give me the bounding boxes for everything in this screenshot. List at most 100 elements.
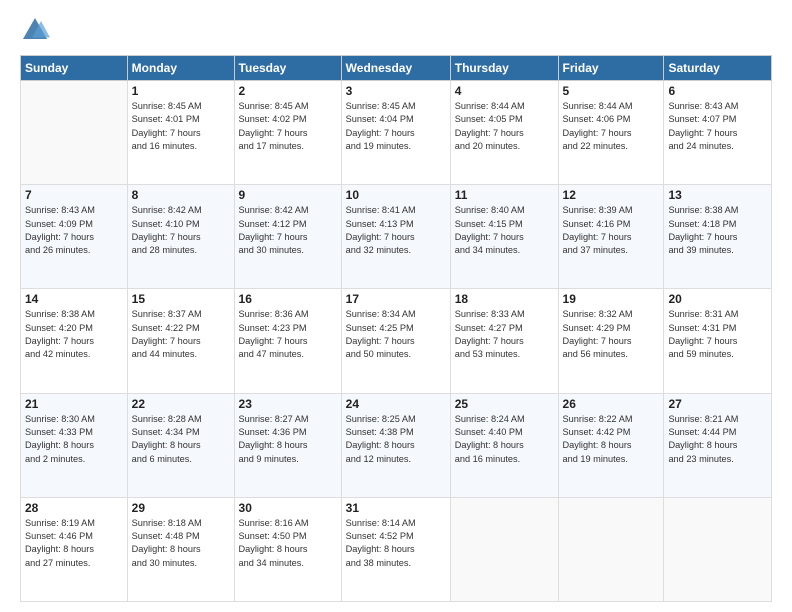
calendar-header-row: SundayMondayTuesdayWednesdayThursdayFrid… bbox=[21, 56, 772, 81]
day-info: Sunrise: 8:34 AM Sunset: 4:25 PM Dayligh… bbox=[346, 308, 446, 361]
calendar-week-row: 21 Sunrise: 8:30 AM Sunset: 4:33 PM Dayli… bbox=[21, 393, 772, 497]
calendar-cell bbox=[450, 497, 558, 601]
calendar-cell: 12 Sunrise: 8:39 AM Sunset: 4:16 PM Dayli… bbox=[558, 185, 664, 289]
calendar-cell: 19 Sunrise: 8:32 AM Sunset: 4:29 PM Dayli… bbox=[558, 289, 664, 393]
calendar-cell: 29 Sunrise: 8:18 AM Sunset: 4:48 PM Dayli… bbox=[127, 497, 234, 601]
day-number: 17 bbox=[346, 292, 446, 306]
day-number: 22 bbox=[132, 397, 230, 411]
day-info: Sunrise: 8:33 AM Sunset: 4:27 PM Dayligh… bbox=[455, 308, 554, 361]
weekday-header: Thursday bbox=[450, 56, 558, 81]
day-number: 20 bbox=[668, 292, 767, 306]
calendar-cell: 11 Sunrise: 8:40 AM Sunset: 4:15 PM Dayli… bbox=[450, 185, 558, 289]
calendar-cell: 1Sunrise: 8:45 AM Sunset: 4:01 PM Daylig… bbox=[127, 81, 234, 185]
calendar-cell: 25Sunrise: 8:24 AM Sunset: 4:40 PM Dayli… bbox=[450, 393, 558, 497]
calendar-cell: 2 Sunrise: 8:45 AM Sunset: 4:02 PM Daylig… bbox=[234, 81, 341, 185]
day-info: Sunrise: 8:21 AM Sunset: 4:44 PM Dayligh… bbox=[668, 413, 767, 466]
day-number: 31 bbox=[346, 501, 446, 515]
day-number: 15 bbox=[132, 292, 230, 306]
calendar-cell: 5 Sunrise: 8:44 AM Sunset: 4:06 PM Daylig… bbox=[558, 81, 664, 185]
calendar-cell: 4Sunrise: 8:44 AM Sunset: 4:05 PM Daylig… bbox=[450, 81, 558, 185]
calendar-cell: 23 Sunrise: 8:27 AM Sunset: 4:36 PM Dayli… bbox=[234, 393, 341, 497]
calendar-cell: 3Sunrise: 8:45 AM Sunset: 4:04 PM Daylig… bbox=[341, 81, 450, 185]
calendar-cell: 16 Sunrise: 8:36 AM Sunset: 4:23 PM Dayli… bbox=[234, 289, 341, 393]
day-number: 10 bbox=[346, 188, 446, 202]
day-info: Sunrise: 8:37 AM Sunset: 4:22 PM Dayligh… bbox=[132, 308, 230, 361]
day-info: Sunrise: 8:42 AM Sunset: 4:10 PM Dayligh… bbox=[132, 204, 230, 257]
day-number: 13 bbox=[668, 188, 767, 202]
calendar-cell: 24 Sunrise: 8:25 AM Sunset: 4:38 PM Dayli… bbox=[341, 393, 450, 497]
day-number: 28 bbox=[25, 501, 123, 515]
calendar-cell: 7 Sunrise: 8:43 AM Sunset: 4:09 PM Daylig… bbox=[21, 185, 128, 289]
day-number: 18 bbox=[455, 292, 554, 306]
day-number: 19 bbox=[563, 292, 660, 306]
calendar-cell: 31 Sunrise: 8:14 AM Sunset: 4:52 PM Dayli… bbox=[341, 497, 450, 601]
day-number: 6 bbox=[668, 84, 767, 98]
day-info: Sunrise: 8:14 AM Sunset: 4:52 PM Dayligh… bbox=[346, 517, 446, 570]
day-number: 14 bbox=[25, 292, 123, 306]
day-info: Sunrise: 8:45 AM Sunset: 4:04 PM Dayligh… bbox=[346, 100, 446, 153]
day-number: 9 bbox=[239, 188, 337, 202]
calendar-cell: 8Sunrise: 8:42 AM Sunset: 4:10 PM Daylig… bbox=[127, 185, 234, 289]
day-info: Sunrise: 8:40 AM Sunset: 4:15 PM Dayligh… bbox=[455, 204, 554, 257]
day-info: Sunrise: 8:32 AM Sunset: 4:29 PM Dayligh… bbox=[563, 308, 660, 361]
calendar-cell: 22 Sunrise: 8:28 AM Sunset: 4:34 PM Dayli… bbox=[127, 393, 234, 497]
day-number: 4 bbox=[455, 84, 554, 98]
day-info: Sunrise: 8:16 AM Sunset: 4:50 PM Dayligh… bbox=[239, 517, 337, 570]
day-number: 29 bbox=[132, 501, 230, 515]
day-number: 1 bbox=[132, 84, 230, 98]
calendar-cell: 10 Sunrise: 8:41 AM Sunset: 4:13 PM Dayli… bbox=[341, 185, 450, 289]
calendar-week-row: 14 Sunrise: 8:38 AM Sunset: 4:20 PM Dayli… bbox=[21, 289, 772, 393]
calendar-week-row: 7 Sunrise: 8:43 AM Sunset: 4:09 PM Daylig… bbox=[21, 185, 772, 289]
day-number: 30 bbox=[239, 501, 337, 515]
weekday-header: Saturday bbox=[664, 56, 772, 81]
logo-icon bbox=[20, 15, 50, 45]
day-info: Sunrise: 8:24 AM Sunset: 4:40 PM Dayligh… bbox=[455, 413, 554, 466]
calendar-cell: 28Sunrise: 8:19 AM Sunset: 4:46 PM Dayli… bbox=[21, 497, 128, 601]
calendar-body: 1Sunrise: 8:45 AM Sunset: 4:01 PM Daylig… bbox=[21, 81, 772, 602]
day-info: Sunrise: 8:38 AM Sunset: 4:18 PM Dayligh… bbox=[668, 204, 767, 257]
calendar-cell: 9 Sunrise: 8:42 AM Sunset: 4:12 PM Daylig… bbox=[234, 185, 341, 289]
day-number: 12 bbox=[563, 188, 660, 202]
day-number: 5 bbox=[563, 84, 660, 98]
day-info: Sunrise: 8:22 AM Sunset: 4:42 PM Dayligh… bbox=[563, 413, 660, 466]
day-number: 2 bbox=[239, 84, 337, 98]
calendar-cell bbox=[21, 81, 128, 185]
day-info: Sunrise: 8:25 AM Sunset: 4:38 PM Dayligh… bbox=[346, 413, 446, 466]
calendar-week-row: 28Sunrise: 8:19 AM Sunset: 4:46 PM Dayli… bbox=[21, 497, 772, 601]
day-info: Sunrise: 8:44 AM Sunset: 4:06 PM Dayligh… bbox=[563, 100, 660, 153]
day-number: 26 bbox=[563, 397, 660, 411]
day-number: 16 bbox=[239, 292, 337, 306]
day-number: 7 bbox=[25, 188, 123, 202]
calendar-cell: 15 Sunrise: 8:37 AM Sunset: 4:22 PM Dayli… bbox=[127, 289, 234, 393]
day-info: Sunrise: 8:45 AM Sunset: 4:02 PM Dayligh… bbox=[239, 100, 337, 153]
day-info: Sunrise: 8:41 AM Sunset: 4:13 PM Dayligh… bbox=[346, 204, 446, 257]
day-number: 27 bbox=[668, 397, 767, 411]
day-number: 23 bbox=[239, 397, 337, 411]
day-info: Sunrise: 8:43 AM Sunset: 4:07 PM Dayligh… bbox=[668, 100, 767, 153]
calendar-cell: 20Sunrise: 8:31 AM Sunset: 4:31 PM Dayli… bbox=[664, 289, 772, 393]
weekday-header: Tuesday bbox=[234, 56, 341, 81]
day-info: Sunrise: 8:38 AM Sunset: 4:20 PM Dayligh… bbox=[25, 308, 123, 361]
day-info: Sunrise: 8:42 AM Sunset: 4:12 PM Dayligh… bbox=[239, 204, 337, 257]
logo bbox=[20, 15, 54, 45]
calendar-week-row: 1Sunrise: 8:45 AM Sunset: 4:01 PM Daylig… bbox=[21, 81, 772, 185]
calendar-cell: 18 Sunrise: 8:33 AM Sunset: 4:27 PM Dayli… bbox=[450, 289, 558, 393]
day-info: Sunrise: 8:28 AM Sunset: 4:34 PM Dayligh… bbox=[132, 413, 230, 466]
day-info: Sunrise: 8:18 AM Sunset: 4:48 PM Dayligh… bbox=[132, 517, 230, 570]
day-info: Sunrise: 8:39 AM Sunset: 4:16 PM Dayligh… bbox=[563, 204, 660, 257]
calendar-cell: 26 Sunrise: 8:22 AM Sunset: 4:42 PM Dayli… bbox=[558, 393, 664, 497]
weekday-header: Monday bbox=[127, 56, 234, 81]
calendar-cell bbox=[664, 497, 772, 601]
calendar-cell: 17 Sunrise: 8:34 AM Sunset: 4:25 PM Dayli… bbox=[341, 289, 450, 393]
day-info: Sunrise: 8:36 AM Sunset: 4:23 PM Dayligh… bbox=[239, 308, 337, 361]
day-info: Sunrise: 8:30 AM Sunset: 4:33 PM Dayligh… bbox=[25, 413, 123, 466]
day-number: 21 bbox=[25, 397, 123, 411]
calendar-cell: 14 Sunrise: 8:38 AM Sunset: 4:20 PM Dayli… bbox=[21, 289, 128, 393]
calendar-table: SundayMondayTuesdayWednesdayThursdayFrid… bbox=[20, 55, 772, 602]
day-info: Sunrise: 8:27 AM Sunset: 4:36 PM Dayligh… bbox=[239, 413, 337, 466]
day-number: 24 bbox=[346, 397, 446, 411]
weekday-header: Friday bbox=[558, 56, 664, 81]
day-number: 11 bbox=[455, 188, 554, 202]
day-info: Sunrise: 8:43 AM Sunset: 4:09 PM Dayligh… bbox=[25, 204, 123, 257]
weekday-header: Sunday bbox=[21, 56, 128, 81]
